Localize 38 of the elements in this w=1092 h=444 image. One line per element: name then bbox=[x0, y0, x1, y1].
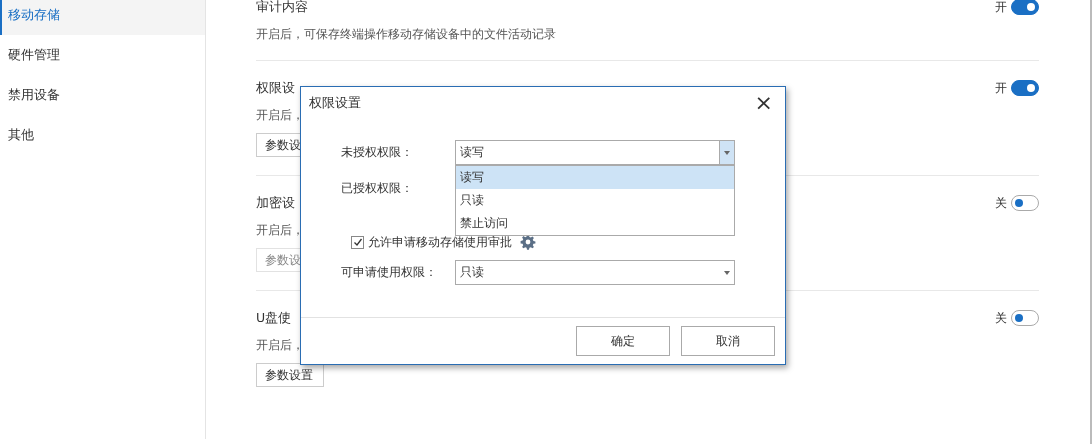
checkbox-label: 允许申请移动存储使用审批 bbox=[368, 233, 512, 251]
toggle-label: 开 bbox=[995, 79, 1007, 97]
section-description: 开启后， bbox=[256, 338, 304, 353]
sidebar-item[interactable]: 硬件管理 bbox=[0, 35, 205, 75]
section-title: 权限设 bbox=[256, 79, 295, 97]
sidebar-item[interactable]: 其他 bbox=[0, 115, 205, 155]
sidebar-item[interactable]: 禁用设备 bbox=[0, 75, 205, 115]
dropdown-option[interactable]: 读写 bbox=[456, 166, 734, 189]
toggle-label: 关 bbox=[995, 194, 1007, 212]
dropdown-option[interactable]: 禁止访问 bbox=[456, 212, 734, 235]
caret-icon bbox=[724, 270, 730, 275]
section-description: 开启后，可保存终端操作移动存储设备中的文件活动记录 bbox=[256, 27, 556, 42]
sidebar-item[interactable]: 移动存储 bbox=[0, 0, 205, 35]
checkbox[interactable] bbox=[351, 235, 364, 249]
dropdown-toggle[interactable] bbox=[719, 141, 734, 164]
field-label: 可申请使用权限： bbox=[341, 264, 438, 281]
section-description: 开启后， bbox=[256, 223, 304, 238]
section-title: 加密设 bbox=[256, 194, 295, 212]
toggle-label: 关 bbox=[995, 309, 1007, 327]
toggle-switch[interactable] bbox=[1011, 0, 1039, 15]
section-title: U盘使 bbox=[256, 309, 292, 327]
close-button[interactable]: × bbox=[754, 92, 773, 114]
section-title: 审计内容 bbox=[256, 0, 308, 16]
field-label: 已授权权限： bbox=[341, 180, 414, 197]
toggle-switch[interactable] bbox=[1011, 80, 1039, 96]
dialog-button[interactable]: 取消 bbox=[681, 326, 775, 356]
dropdown-field[interactable]: 只读 bbox=[455, 260, 735, 285]
settings-button[interactable]: 参数设置 bbox=[256, 363, 324, 387]
caret-icon bbox=[724, 150, 730, 155]
settings-icon[interactable] bbox=[520, 234, 536, 250]
toggle-label: 开 bbox=[995, 0, 1007, 16]
field-label: 未授权权限： bbox=[341, 144, 414, 161]
section-description: 开启后， bbox=[256, 108, 304, 123]
dialog-button[interactable]: 确定 bbox=[576, 326, 670, 356]
dialog-title: 权限设置 bbox=[309, 94, 361, 112]
toggle-switch[interactable] bbox=[1011, 310, 1039, 326]
dropdown-option[interactable]: 只读 bbox=[456, 189, 734, 212]
toggle-switch[interactable] bbox=[1011, 195, 1039, 211]
